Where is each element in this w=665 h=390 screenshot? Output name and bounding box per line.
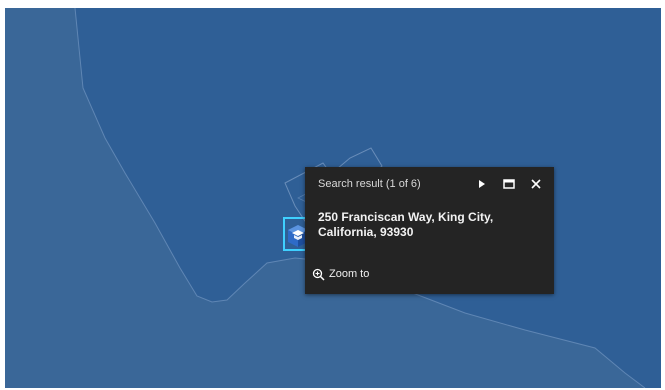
next-result-button[interactable]: [473, 175, 491, 193]
close-button[interactable]: [527, 175, 545, 193]
close-icon: [531, 179, 541, 189]
dock-button[interactable]: [500, 175, 518, 193]
zoom-in-icon: [312, 268, 325, 281]
popup-title: 250 Franciscan Way, King City, Californi…: [318, 210, 494, 239]
zoom-to-label: Zoom to: [329, 268, 370, 280]
map-view[interactable]: Search result (1 of 6) 250 Franciscan Wa…: [5, 8, 661, 388]
triangle-right-icon: [479, 180, 485, 188]
dock-icon: [503, 179, 515, 189]
search-result-popup: Search result (1 of 6) 250 Franciscan Wa…: [305, 167, 554, 294]
zoom-to-button[interactable]: Zoom to: [312, 265, 369, 283]
popup-header: Search result (1 of 6): [318, 178, 421, 190]
